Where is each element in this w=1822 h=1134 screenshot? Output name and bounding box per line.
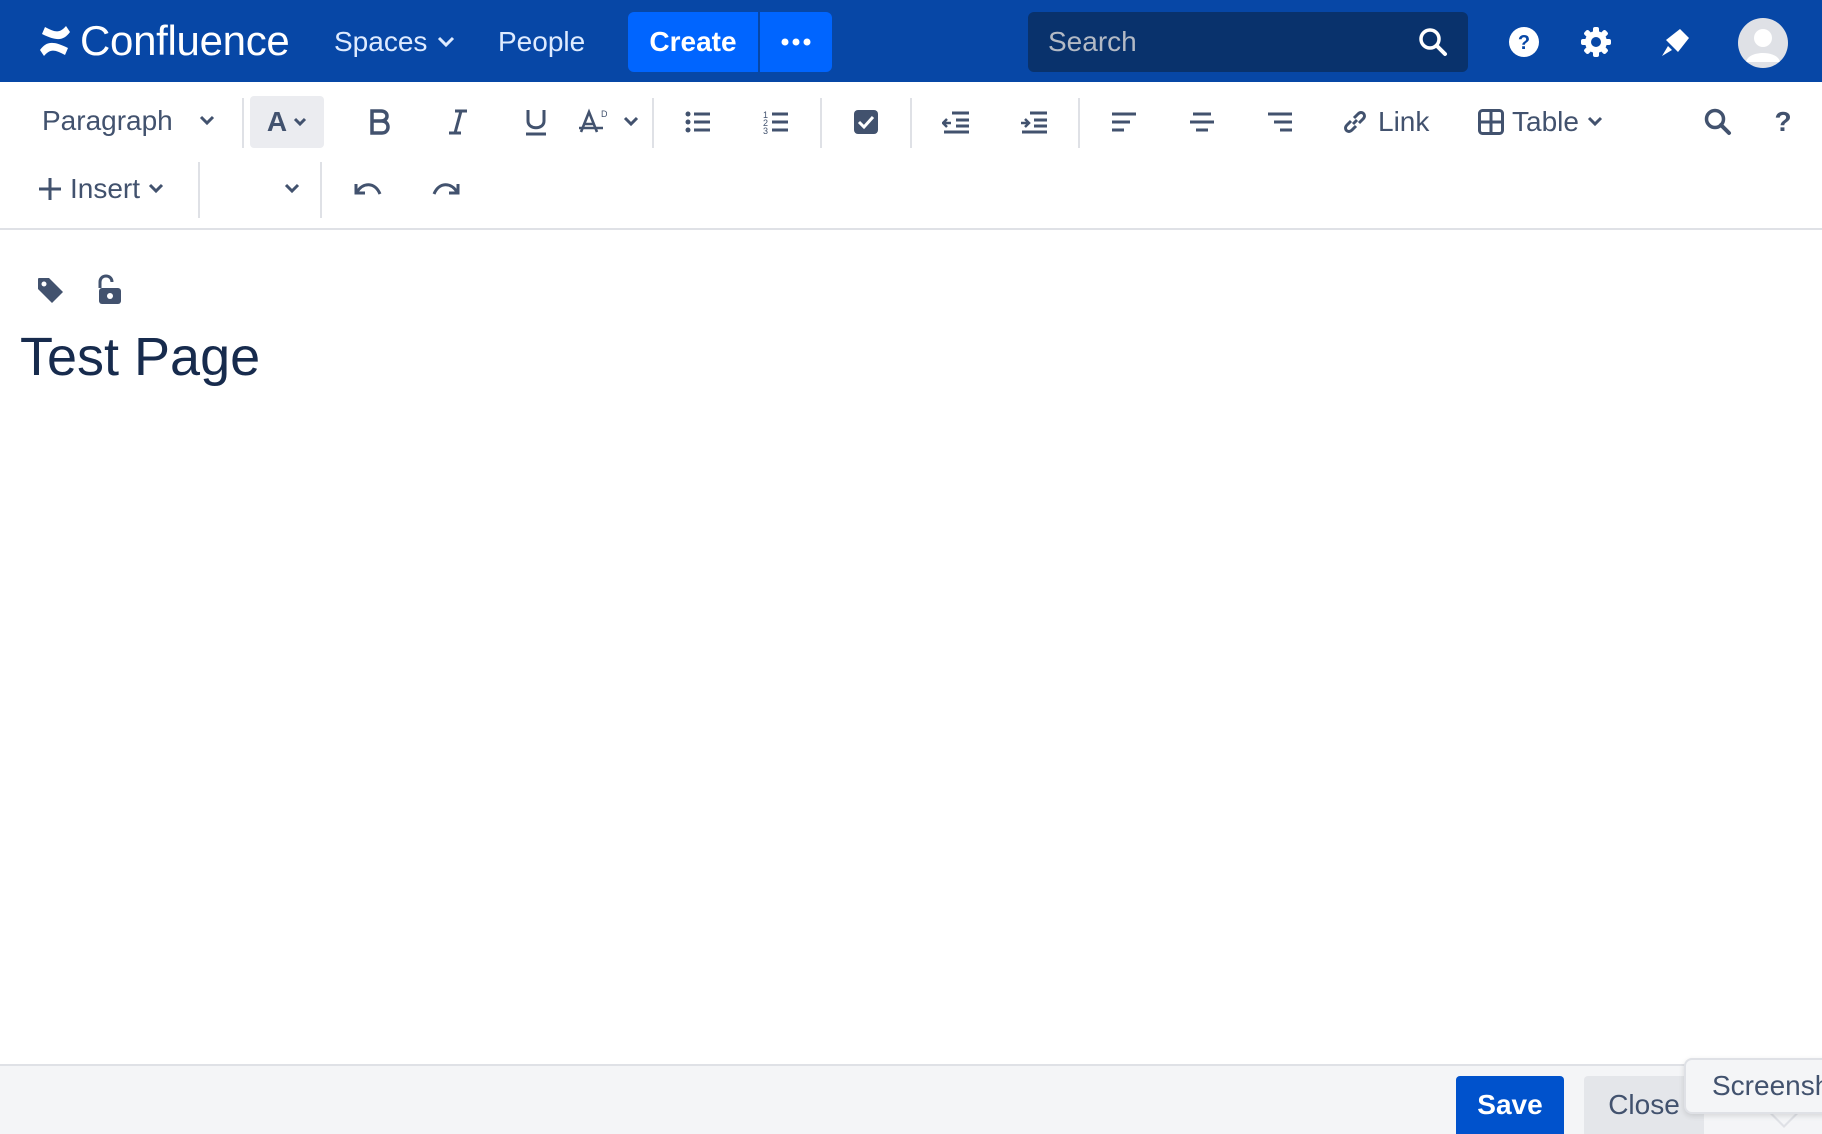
svg-text:D: D [601,109,607,119]
save-label: Save [1477,1089,1543,1120]
toolbar-divider [820,98,822,148]
chevron-down-icon [148,183,164,194]
create-more-button[interactable] [760,12,832,72]
insert-label: Insert [70,173,141,204]
redo-icon [432,183,460,195]
people-label: People [498,26,586,57]
plus-icon [39,178,61,200]
search-box [1028,12,1468,72]
numbered-list-icon: 123 [763,110,788,135]
toolbar-divider [910,98,912,148]
link-label: Link [1378,106,1430,137]
toolbar-divider [1078,98,1080,148]
bold-button[interactable] [360,98,400,146]
chevron-down-icon [1587,116,1602,127]
svg-text:?: ? [1518,32,1530,54]
settings-button[interactable] [1574,20,1618,64]
task-list-icon [854,110,878,134]
align-left-icon [1112,112,1136,132]
close-label: Close [1608,1089,1680,1120]
chevron-down-icon [623,116,639,127]
find-replace-button[interactable] [1698,98,1738,146]
restrictions-unlocked-icon [98,274,121,304]
notifications-button[interactable] [1654,20,1698,64]
editor-toolbar: Paragraph A D 123 Link Table ? Insert [0,82,1822,230]
top-navigation: Confluence Spaces People Create ? [0,0,1822,82]
insert-dropdown[interactable]: Insert [38,164,164,214]
spaces-label: Spaces [334,26,428,57]
template-dropdown[interactable] [210,164,300,214]
svg-text:3: 3 [763,126,768,135]
user-avatar-icon [1746,29,1780,62]
table-icon [1478,109,1504,135]
underline-button[interactable] [516,98,556,146]
restrictions-button[interactable] [92,272,128,308]
redo-button[interactable] [426,166,466,214]
text-color-button[interactable]: A [250,96,324,148]
paragraph-style-dropdown[interactable]: Paragraph [28,96,228,146]
align-center-icon [1190,112,1214,132]
help-button[interactable]: ? [1502,20,1546,64]
numbered-list-button[interactable]: 123 [756,98,796,146]
align-left-button[interactable] [1104,98,1144,146]
text-color-label: A [266,106,288,137]
screenshot-tooltip: Screensh [1684,1058,1822,1114]
labels-button[interactable] [32,272,68,308]
help-icon: ? [1509,27,1539,57]
italic-button[interactable] [438,98,478,146]
create-label: Create [649,26,737,57]
avatar[interactable] [1738,18,1788,68]
save-button[interactable]: Save [1456,1076,1564,1134]
link-icon [1344,111,1366,133]
label-icon [38,278,63,303]
tooltip-text: Screensh [1712,1070,1822,1101]
bold-icon [370,109,390,135]
confluence-logo-icon [40,26,70,56]
task-list-button[interactable] [846,98,886,146]
toolbar-divider [320,162,322,218]
outdent-icon [942,111,969,134]
undo-icon [354,183,382,195]
search-icon[interactable] [1418,27,1448,57]
bullet-list-icon [685,111,710,133]
gear-icon [1581,27,1611,57]
outdent-button[interactable] [936,98,976,146]
people-link[interactable]: People [498,22,585,62]
more-formatting-dropdown[interactable] [616,98,646,146]
help-question-label: ? [1774,106,1792,137]
chevron-down-icon [294,117,307,127]
italic-icon [449,109,467,135]
toolbar-divider [652,98,654,148]
clear-formatting-button[interactable]: D [572,98,612,146]
more-dots-icon [781,38,811,46]
link-button[interactable]: Link [1340,96,1429,148]
page-title[interactable]: Test Page [20,326,260,388]
toolbar-divider [242,98,244,148]
paragraph-label: Paragraph [42,105,173,136]
create-button[interactable]: Create [628,12,758,72]
chevron-down-icon [284,183,300,194]
bullet-list-button[interactable] [678,98,718,146]
align-right-icon [1268,112,1292,132]
editor-help-button[interactable]: ? [1768,98,1798,146]
chevron-down-icon [199,115,214,126]
confluence-logo[interactable]: Confluence [38,17,290,64]
spaces-menu[interactable]: Spaces [334,22,455,62]
chevron-down-icon [438,36,455,48]
align-center-button[interactable] [1182,98,1222,146]
clear-formatting-icon: D [579,108,607,133]
undo-button[interactable] [348,166,388,214]
notifications-icon [1662,29,1689,56]
indent-icon [1021,111,1047,134]
logo-text: Confluence [80,17,290,64]
toolbar-divider [198,162,200,218]
find-replace-icon [1704,108,1731,135]
indent-button[interactable] [1014,98,1054,146]
underline-icon [526,110,546,136]
align-right-button[interactable] [1260,98,1300,146]
table-label: Table [1512,106,1579,137]
search-input[interactable] [1028,12,1408,72]
table-dropdown[interactable]: Table [1478,96,1603,148]
